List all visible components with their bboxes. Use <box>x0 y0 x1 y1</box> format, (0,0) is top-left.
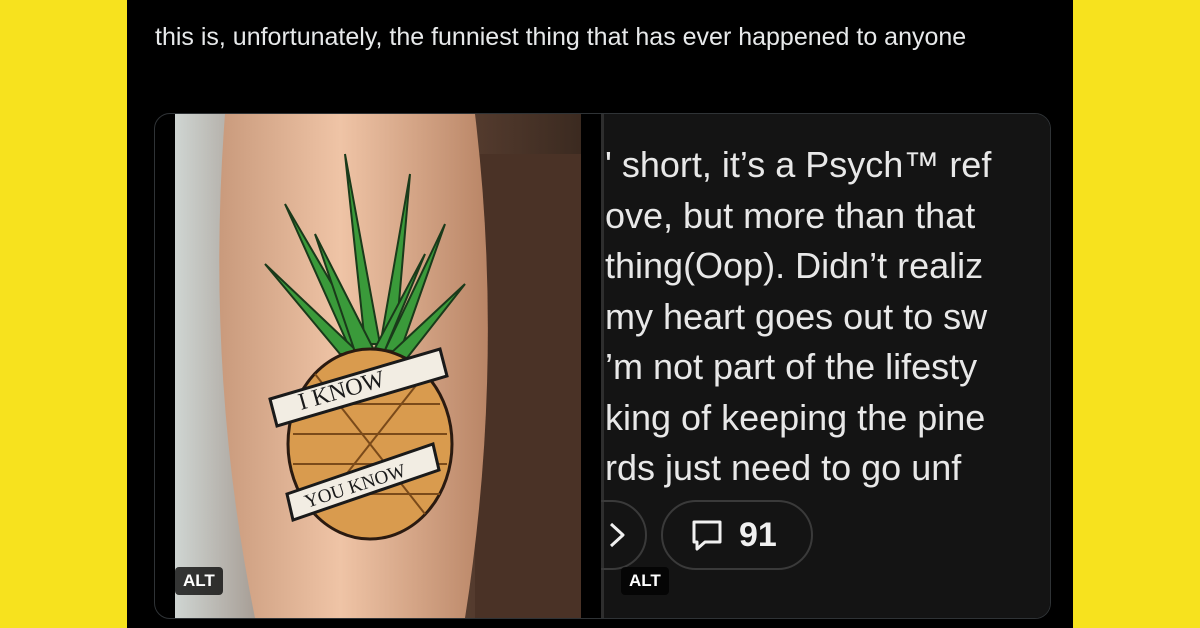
alt-badge-right[interactable]: ALT <box>621 567 669 595</box>
screenshot-line: rds just need to go unf <box>605 447 962 488</box>
comment-button: 91 <box>661 500 813 570</box>
screenshot-line: thing(Oop). Didn’t realiz <box>605 245 984 286</box>
screenshot-line: king of keeping the pine <box>605 396 986 438</box>
share-icon <box>609 522 625 548</box>
comment-icon <box>692 520 722 551</box>
screenshot-line: my heart goes out to sw <box>605 295 988 337</box>
alt-badge-left[interactable]: ALT <box>175 567 223 595</box>
comment-count: 91 <box>739 515 777 554</box>
screenshot-text: ' short, it’s a Psych™ ref ove, but more… <box>605 140 991 494</box>
media-grid: I KNOW YOU KNOW ALT ' short, it’s a Psyc… <box>154 113 1051 619</box>
tattoo-illustration: I KNOW YOU KNOW <box>175 114 581 618</box>
screenshot-photo[interactable]: ' short, it’s a Psych™ ref ove, but more… <box>601 114 1050 618</box>
share-button-partial <box>601 500 647 570</box>
tweet-card: this is, unfortunately, the funniest thi… <box>127 0 1073 628</box>
tattoo-photo[interactable]: I KNOW YOU KNOW <box>175 114 581 618</box>
tweet-text: this is, unfortunately, the funniest thi… <box>155 23 967 51</box>
screenshot-line: ’m not part of the lifesty <box>605 346 978 387</box>
screenshot-line: ' short, it’s a Psych™ ref <box>605 144 992 185</box>
screenshot-line: ove, but more than that <box>605 194 976 236</box>
